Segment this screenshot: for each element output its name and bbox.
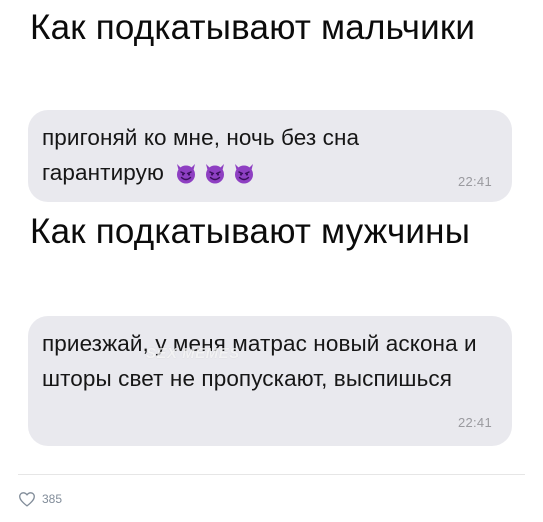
like-button[interactable]: 385 [18, 491, 62, 507]
watermark: SEX MEMES [146, 345, 240, 362]
heading-boys: Как подкатывают мальчики [30, 8, 476, 47]
message-bubble-men: приезжай, у меня матрас новый аскона и ш… [28, 316, 512, 446]
message-text-boys: пригоняй ко мне, ночь без сна гарантирую [42, 120, 482, 190]
heart-icon[interactable] [18, 491, 36, 507]
message-text-men: приезжай, у меня матрас новый аскона и ш… [42, 331, 477, 391]
emoji-group [174, 161, 256, 185]
smiling-imp-emoji-icon [234, 164, 253, 184]
message-bubble-boys: пригоняй ко мне, ночь без сна гарантирую [28, 110, 512, 202]
like-count: 385 [42, 492, 63, 506]
smiling-imp-emoji-icon [176, 164, 195, 184]
message-time-boys: 22:41 [457, 174, 492, 189]
divider [18, 474, 525, 475]
smiling-imp-emoji-icon [205, 164, 224, 184]
message-time-men: 22:41 [457, 415, 492, 430]
heading-men: Как подкатывают мужчины [30, 212, 471, 251]
